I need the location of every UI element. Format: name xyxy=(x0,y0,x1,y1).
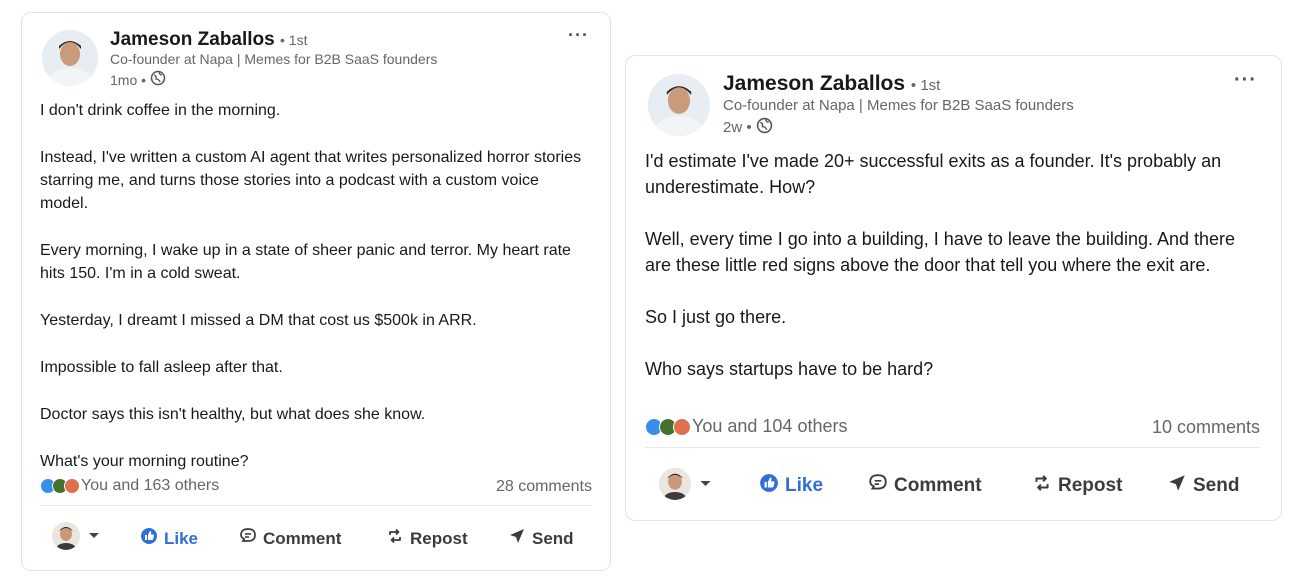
post-meta: 1mo • xyxy=(110,70,166,89)
caret-down-icon xyxy=(699,475,712,493)
self-avatar xyxy=(659,468,691,500)
post-paragraph: Well, every time I go into a building, I… xyxy=(645,229,1236,275)
repost-icon xyxy=(1032,473,1058,499)
send-button[interactable]: Send xyxy=(1167,473,1239,499)
repost-button[interactable]: Repost xyxy=(386,527,468,550)
connection-degree: • 1st xyxy=(910,77,941,94)
love-reaction-icon xyxy=(673,417,691,436)
post-paragraph: So I just go there. xyxy=(645,307,787,327)
send-label: Send xyxy=(1193,475,1240,496)
repost-button[interactable]: Repost xyxy=(1032,473,1122,499)
more-icon[interactable]: ··· xyxy=(1234,69,1257,92)
like-label: Like xyxy=(164,528,199,548)
post-body: I don't drink coffee in the morning. Ins… xyxy=(40,99,590,473)
comment-icon xyxy=(868,473,894,499)
author-name[interactable]: Jameson Zaballos xyxy=(110,29,275,50)
post-time: 2w • xyxy=(723,119,752,136)
author-name-line: Jameson Zaballos • 1st xyxy=(110,29,307,51)
comment-label: Comment xyxy=(263,528,342,548)
reaction-avatar-selector[interactable] xyxy=(52,522,100,550)
comments-count[interactable]: 10 comments xyxy=(1152,417,1260,438)
reaction-icons xyxy=(645,417,691,436)
post-paragraph: Doctor says this isn't healthy, but what… xyxy=(40,406,426,423)
post-paragraph: I'd estimate I've made 20+ successful ex… xyxy=(645,151,1222,197)
divider xyxy=(40,505,592,506)
more-icon[interactable]: ··· xyxy=(568,25,589,46)
reactions-text: You and 163 others xyxy=(81,477,220,494)
author-headline: Co-founder at Napa | Memes for B2B SaaS … xyxy=(723,97,1074,114)
comment-label: Comment xyxy=(894,475,982,496)
post-meta: 2w • xyxy=(723,117,773,138)
post-paragraph: Yesterday, I dreamt I missed a DM that c… xyxy=(40,312,477,329)
post-paragraph: I don't drink coffee in the morning. xyxy=(40,102,281,119)
connection-degree: • 1st xyxy=(280,32,308,48)
like-icon xyxy=(759,473,785,499)
divider xyxy=(645,447,1260,448)
post-body: I'd estimate I've made 20+ successful ex… xyxy=(645,148,1265,382)
like-label: Like xyxy=(785,475,824,496)
reactions-summary[interactable]: You and 104 others xyxy=(645,416,847,437)
globe-icon xyxy=(756,117,773,138)
like-icon xyxy=(140,527,164,550)
author-avatar[interactable] xyxy=(648,74,710,136)
comments-count[interactable]: 28 comments xyxy=(496,478,592,496)
post-paragraph: Instead, I've written a custom AI agent … xyxy=(40,149,582,212)
globe-icon xyxy=(150,70,166,89)
caret-down-icon xyxy=(88,527,100,545)
post-card: Jameson Zaballos • 1st Co-founder at Nap… xyxy=(21,12,611,571)
author-name[interactable]: Jameson Zaballos xyxy=(723,72,905,95)
author-avatar[interactable] xyxy=(42,30,98,86)
like-button[interactable]: Like xyxy=(759,473,823,499)
like-button[interactable]: Like xyxy=(140,527,198,550)
comment-button[interactable]: Comment xyxy=(868,473,982,499)
repost-icon xyxy=(386,527,410,550)
author-headline: Co-founder at Napa | Memes for B2B SaaS … xyxy=(110,51,438,67)
post-paragraph: Who says startups have to be hard? xyxy=(645,359,934,379)
reactions-summary[interactable]: You and 163 others xyxy=(40,477,219,495)
send-icon xyxy=(508,527,532,550)
send-label: Send xyxy=(532,528,574,548)
love-reaction-icon xyxy=(64,478,80,494)
comment-button[interactable]: Comment xyxy=(239,527,341,550)
send-button[interactable]: Send xyxy=(508,527,574,550)
post-paragraph: What's your morning routine? xyxy=(40,453,249,470)
post-paragraph: Impossible to fall asleep after that. xyxy=(40,359,283,376)
reaction-icons xyxy=(40,478,80,494)
post-card: Jameson Zaballos • 1st Co-founder at Nap… xyxy=(625,55,1282,521)
comment-icon xyxy=(239,527,263,550)
repost-label: Repost xyxy=(410,528,468,548)
post-paragraph: Every morning, I wake up in a state of s… xyxy=(40,242,571,282)
reactions-text: You and 104 others xyxy=(692,416,848,436)
self-avatar xyxy=(52,522,80,550)
reaction-avatar-selector[interactable] xyxy=(659,468,712,500)
send-icon xyxy=(1167,473,1193,499)
author-name-line: Jameson Zaballos • 1st xyxy=(723,72,940,96)
repost-label: Repost xyxy=(1058,475,1123,496)
post-time: 1mo • xyxy=(110,71,147,88)
